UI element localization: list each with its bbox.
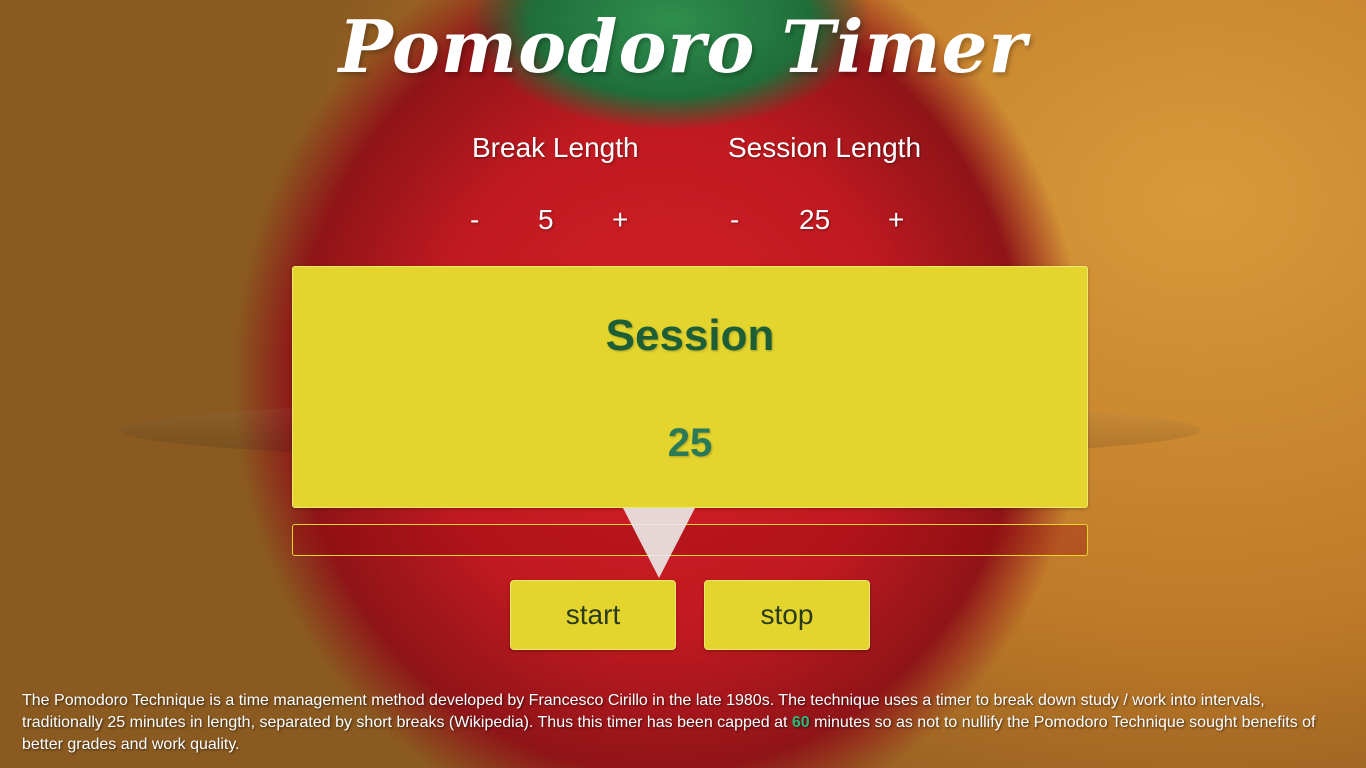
break-decrement-button[interactable]: - [470,204,479,236]
session-decrement-button[interactable]: - [730,204,739,236]
stop-button[interactable]: stop [704,580,870,650]
cap-value-highlight: 60 [791,714,810,731]
break-length-value: 5 [538,204,554,235]
session-increment-button[interactable]: + [888,204,904,236]
break-increment-button[interactable]: + [612,204,628,236]
timer-mode-label: Session [605,311,775,360]
session-length-label: Session Length [728,132,922,163]
description-text: The Pomodoro Technique is a time managem… [22,690,1342,756]
timer-time-value: 25 [667,421,713,465]
start-button[interactable]: start [510,580,676,650]
session-length-value: 25 [799,204,831,235]
timer-display-panel[interactable]: Session 25 [292,266,1088,508]
page-title: Pomodoro Timer [338,4,1028,89]
break-length-label: Break Length [472,132,639,163]
timer-progress-bar [292,524,1088,556]
